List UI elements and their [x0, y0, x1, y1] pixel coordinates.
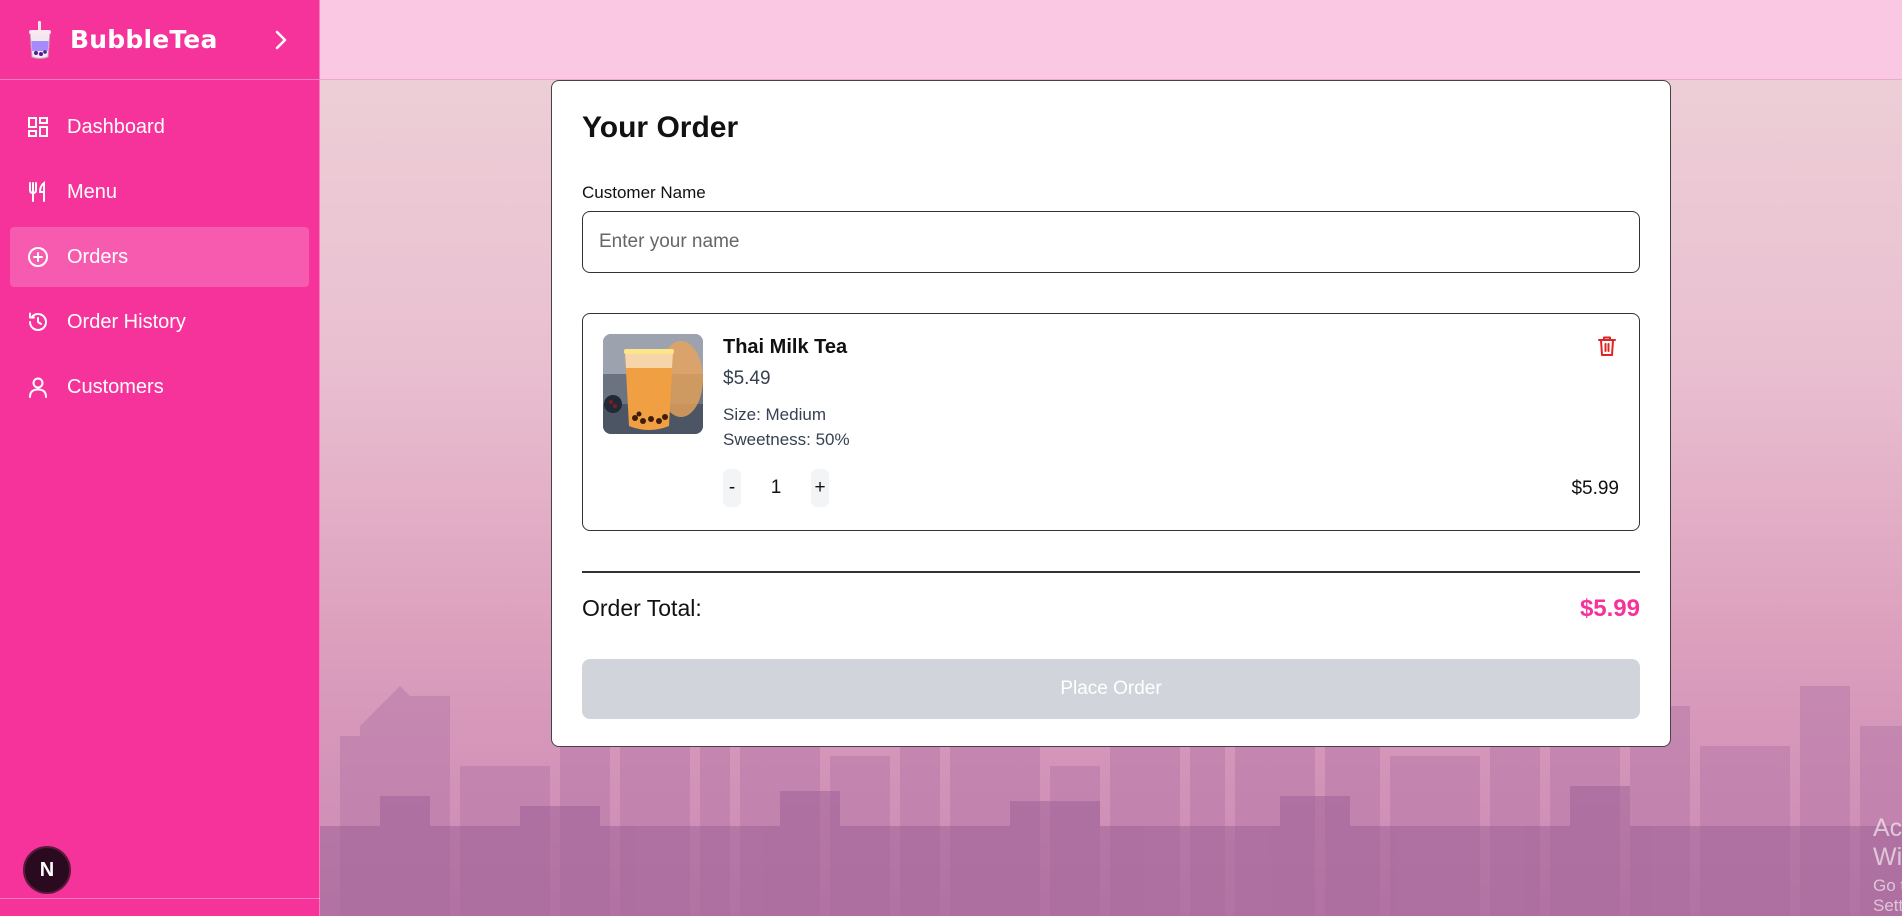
app-name: BubbleTea: [70, 25, 218, 54]
order-total-label: Order Total:: [582, 595, 702, 621]
top-bar: [320, 0, 1902, 80]
sidebar-item-order-history[interactable]: Order History: [10, 292, 309, 352]
sidebar: BubbleTea Dashboard Menu Orders Order Hi…: [0, 0, 320, 916]
customer-name-label: Customer Name: [582, 183, 706, 202]
plus-circle-icon: [26, 245, 50, 269]
sidebar-divider: [0, 898, 320, 899]
sidebar-item-dashboard[interactable]: Dashboard: [10, 97, 309, 157]
cart-item-price: $5.49: [723, 368, 771, 389]
quantity-stepper: - 1 +: [723, 469, 829, 507]
order-divider: [582, 571, 1640, 573]
sidebar-item-label: Customers: [67, 375, 164, 398]
increase-quantity-button[interactable]: +: [811, 469, 829, 507]
sidebar-toggle-chevron-right-icon[interactable]: [267, 26, 295, 54]
cart-item-name: Thai Milk Tea: [723, 336, 848, 358]
order-total-value: $5.99: [1579, 594, 1640, 622]
order-card: Your Order Customer Name Thai Milk: [551, 80, 1671, 747]
windows-activation-watermark: Activate Windows Go to Settings to activ…: [1873, 814, 1902, 916]
sidebar-item-label: Order History: [67, 310, 186, 333]
sidebar-item-label: Dashboard: [67, 115, 165, 138]
watermark-title: Activate Windows: [1873, 814, 1902, 871]
delete-item-trash-icon[interactable]: [1595, 334, 1619, 358]
sidebar-item-orders[interactable]: Orders: [10, 227, 309, 287]
user-icon: [26, 375, 50, 399]
history-icon: [26, 310, 50, 334]
watermark-subtitle: Go to Settings to activate Windows.: [1873, 876, 1902, 915]
decrease-quantity-button[interactable]: -: [723, 469, 741, 507]
cart-item-info: Thai Milk Tea $5.49 Size: Medium Sweetne…: [723, 336, 850, 450]
sidebar-item-customers[interactable]: Customers: [10, 357, 309, 417]
place-order-button[interactable]: Place Order: [582, 658, 1640, 719]
sidebar-item-label: Menu: [67, 180, 118, 203]
brand-header: BubbleTea: [0, 0, 319, 80]
cart-item-size: Size: Medium: [723, 405, 826, 424]
utensils-icon: [26, 180, 50, 204]
user-avatar[interactable]: N: [23, 846, 71, 894]
thai-milk-tea-image: [603, 334, 703, 434]
sidebar-item-label: Orders: [67, 245, 129, 268]
order-title: Your Order: [582, 111, 739, 144]
cart-item-sweetness: Sweetness: 50%: [723, 430, 850, 449]
dashboard-icon: [26, 115, 50, 139]
sidebar-nav: Dashboard Menu Orders Order History Cust…: [0, 80, 319, 417]
customer-name-input[interactable]: [582, 211, 1640, 273]
cart-item-line-total: $5.99: [1571, 478, 1619, 499]
sidebar-item-menu[interactable]: Menu: [10, 162, 309, 222]
order-total-row: Order Total: $5.99: [582, 595, 1640, 623]
quantity-value: 1: [770, 477, 782, 498]
cart-item: Thai Milk Tea $5.49 Size: Medium Sweetne…: [582, 313, 1640, 531]
bubble-tea-logo-icon: [24, 20, 56, 60]
